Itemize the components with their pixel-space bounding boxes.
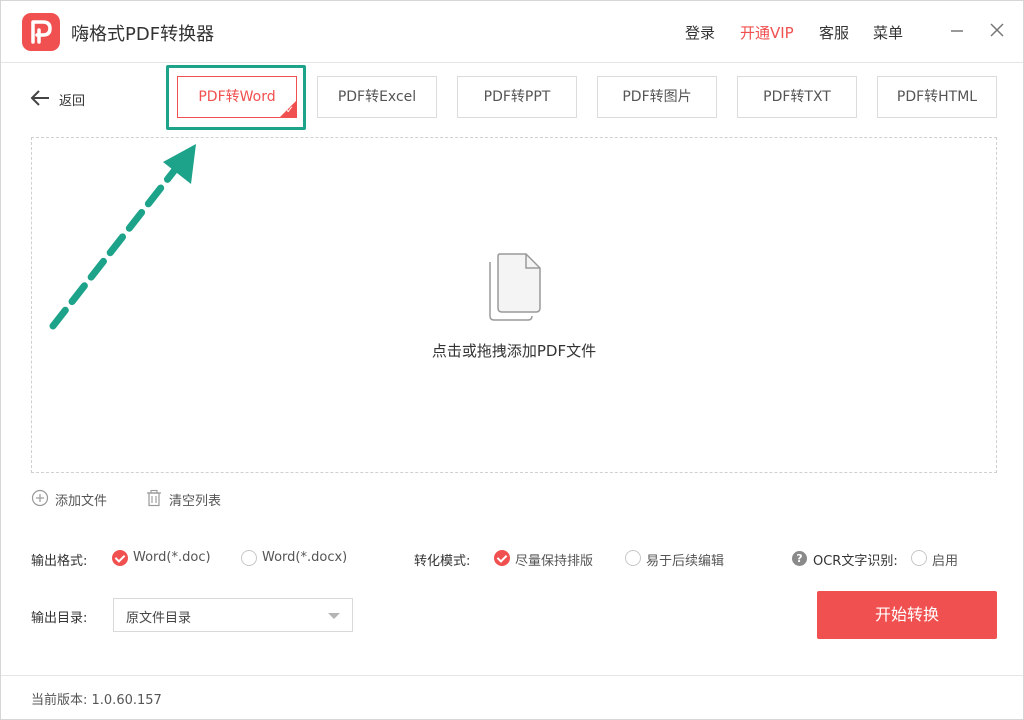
output-dir-value: 原文件目录 bbox=[126, 611, 192, 626]
title-bar: 嗨格式PDF转换器 登录 开通VIP 客服 菜单 bbox=[1, 1, 1023, 63]
tab-pdf-to-ppt[interactable]: PDF转PPT bbox=[457, 76, 577, 118]
add-file-label: 添加文件 bbox=[55, 494, 108, 509]
chevron-down-icon bbox=[328, 613, 340, 619]
close-icon bbox=[990, 23, 1004, 37]
radio-dot bbox=[911, 550, 927, 566]
output-dir-label: 输出目录: bbox=[31, 611, 88, 626]
vip-link[interactable]: 开通VIP bbox=[740, 22, 794, 43]
trash-icon bbox=[147, 489, 161, 507]
ocr-enable-label: 启用 bbox=[932, 554, 959, 569]
tab-label: PDF转HTML bbox=[896, 89, 978, 105]
tab-pdf-to-excel[interactable]: PDF转Excel bbox=[317, 76, 437, 118]
tab-pdf-to-image[interactable]: PDF转图片 bbox=[597, 76, 717, 118]
output-dir-select[interactable]: 原文件目录 bbox=[113, 598, 353, 632]
version-text: 当前版本: 1.0.60.157 bbox=[31, 693, 162, 708]
app-title: 嗨格式PDF转换器 bbox=[71, 24, 215, 45]
mode-editable-label: 易于后续编辑 bbox=[646, 554, 725, 569]
mode-keep-layout-radio[interactable]: 尽量保持排版 bbox=[494, 549, 609, 569]
format-doc-label: Word(*.doc) bbox=[133, 550, 211, 565]
login-link[interactable]: 登录 bbox=[685, 22, 715, 43]
radio-dot bbox=[112, 550, 128, 566]
radio-dot bbox=[241, 550, 257, 566]
back-label: 返回 bbox=[59, 94, 86, 109]
mode-editable-radio[interactable]: 易于后续编辑 bbox=[625, 549, 740, 569]
help-icon[interactable]: ? bbox=[792, 551, 807, 566]
app-window: 嗨格式PDF转换器 登录 开通VIP 客服 菜单 返回 PDF转Word ✓ P… bbox=[0, 0, 1024, 720]
conversion-mode-label: 转化模式: bbox=[414, 554, 471, 569]
customer-service-link[interactable]: 客服 bbox=[819, 22, 849, 43]
tab-label: PDF转PPT bbox=[483, 89, 551, 105]
document-icon bbox=[489, 253, 541, 321]
arrow-left-icon bbox=[30, 90, 49, 106]
format-docx-radio[interactable]: Word(*.docx) bbox=[241, 549, 356, 567]
minimize-icon bbox=[951, 30, 963, 32]
tab-label: PDF转TXT bbox=[763, 89, 831, 105]
tab-label: PDF转图片 bbox=[622, 89, 692, 105]
format-docx-label: Word(*.docx) bbox=[262, 550, 348, 565]
tab-pdf-to-html[interactable]: PDF转HTML bbox=[877, 76, 997, 118]
close-button[interactable] bbox=[986, 19, 1008, 41]
ocr-enable-radio[interactable]: 启用 bbox=[911, 549, 971, 569]
minimize-button[interactable] bbox=[946, 19, 968, 41]
output-format-label: 输出格式: bbox=[31, 554, 88, 569]
status-bar: 当前版本: 1.0.60.157 bbox=[1, 675, 1023, 719]
radio-dot bbox=[625, 550, 641, 566]
file-drop-zone[interactable]: 点击或拖拽添加PDF文件 bbox=[31, 137, 997, 473]
start-convert-button[interactable]: 开始转换 bbox=[817, 591, 997, 639]
drop-hint: 点击或拖拽添加PDF文件 bbox=[431, 342, 597, 360]
radio-dot bbox=[494, 550, 510, 566]
mode-keep-layout-label: 尽量保持排版 bbox=[515, 554, 594, 569]
format-doc-radio[interactable]: Word(*.doc) bbox=[112, 549, 222, 567]
tab-label: PDF转Excel bbox=[337, 89, 417, 105]
main-menu-link[interactable]: 菜单 bbox=[873, 22, 903, 43]
ocr-label: OCR文字识别: bbox=[813, 554, 898, 569]
tab-pdf-to-txt[interactable]: PDF转TXT bbox=[737, 76, 857, 118]
plus-circle-icon bbox=[31, 489, 49, 507]
clear-list-label: 清空列表 bbox=[169, 494, 222, 509]
annotation-highlight-box bbox=[166, 65, 306, 130]
app-logo-icon bbox=[22, 13, 60, 51]
